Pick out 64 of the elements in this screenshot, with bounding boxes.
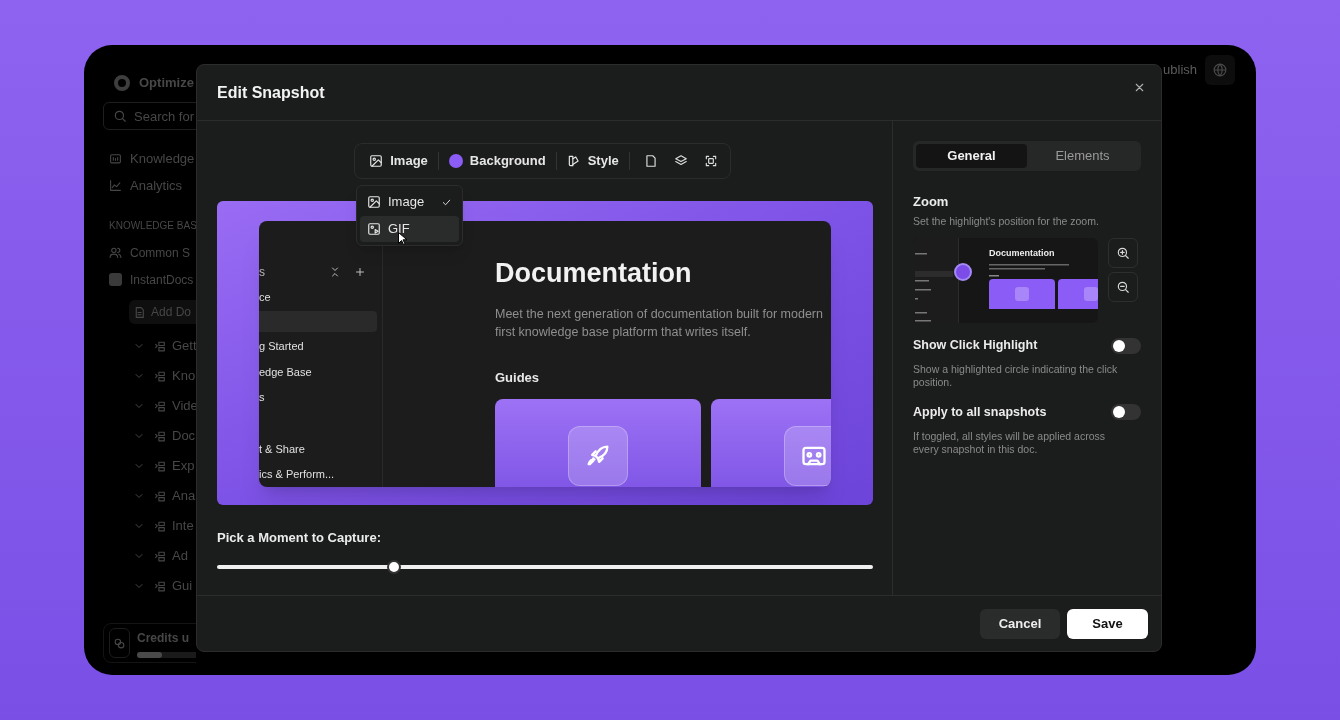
menu-item[interactable]: GIF <box>360 216 459 242</box>
search-icon <box>113 109 127 123</box>
capture-label: Pick a Moment to Capture: <box>217 529 382 547</box>
dialog-title: Edit Snapshot <box>217 82 325 103</box>
thumbnail-title: Documentation <box>989 247 1056 260</box>
tree-icon <box>154 519 167 533</box>
search-field[interactable]: Search for <box>103 102 196 130</box>
style-icon <box>566 154 581 168</box>
logo-icon <box>114 75 130 91</box>
sidebar-item[interactable]: ics & Perform... <box>259 461 382 487</box>
sidebar-item[interactable]: ce <box>259 284 382 310</box>
moment-slider[interactable] <box>217 559 873 574</box>
toggle-description: If toggled, all styles will be applied across every snapshot in this doc. <box>913 429 1106 456</box>
image-icon <box>367 195 381 209</box>
style-button[interactable]: Style <box>556 146 629 176</box>
toggle-switch[interactable] <box>1111 404 1141 421</box>
brand-name: Optimize <box>139 74 194 93</box>
toggle-label: Apply to all snapshots <box>913 404 1047 421</box>
cancel-button[interactable]: Cancel <box>980 608 1060 639</box>
coins-icon <box>109 628 130 658</box>
collapse-icon[interactable] <box>329 265 341 278</box>
tab[interactable]: Elements <box>1027 144 1138 168</box>
tree-icon <box>154 339 167 353</box>
section-heading: Guides <box>495 369 541 387</box>
background-button[interactable]: Background <box>438 146 556 176</box>
toggle-description: Show a highlighted circle indicating the click position. <box>913 363 1119 389</box>
tree-icon <box>154 549 167 563</box>
credits-label: Credits u <box>137 629 190 647</box>
zoom-heading: Zoom <box>913 193 950 211</box>
save-button[interactable]: Save <box>1067 608 1148 639</box>
document-icon <box>133 305 146 319</box>
sidebar-item[interactable]: g Started <box>259 333 382 360</box>
image-icon <box>369 154 384 168</box>
gif-icon <box>367 222 381 236</box>
page-title: Documentation <box>495 257 693 290</box>
tab[interactable]: General <box>916 144 1027 168</box>
section-label: KNOWLEDGE BAS <box>108 219 196 233</box>
tree-icon <box>154 369 167 383</box>
tree-icon <box>154 489 167 503</box>
thumbnail-card <box>989 279 1055 310</box>
plus-icon[interactable] <box>354 265 366 278</box>
tree-icon <box>154 399 167 413</box>
publish-button[interactable]: ublish <box>1163 60 1197 80</box>
image-type-button[interactable]: Image <box>359 146 438 176</box>
cursor-icon <box>398 232 407 245</box>
chart-icon <box>109 179 122 192</box>
sidebar-item[interactable]: t & Share <box>259 436 382 462</box>
page-description: Meet the next generation of documentation built for modern first knowledge base platform that writes itself. <box>495 306 824 341</box>
sidebar-item[interactable]: edge Base <box>259 359 382 385</box>
toggle-switch[interactable] <box>1111 337 1141 354</box>
zoom-in-icon[interactable] <box>1108 238 1138 269</box>
tree-icon <box>154 579 167 593</box>
zoom-out-icon[interactable] <box>1108 272 1138 303</box>
folder-icon <box>109 152 122 165</box>
users-icon <box>109 246 122 259</box>
sidebar-heading: s <box>259 263 266 281</box>
menu-item[interactable]: Image <box>360 189 459 215</box>
tree-icon <box>154 459 167 473</box>
zoom-description: Set the highlight's position for the zoom. <box>913 213 1100 229</box>
toggle-label: Show Click Highlight <box>913 337 1038 355</box>
sidebar-item[interactable]: s <box>259 384 382 410</box>
zoom-thumbnail[interactable]: Documentation <box>913 238 1098 324</box>
space-icon <box>109 273 122 286</box>
tree-icon <box>154 429 167 443</box>
